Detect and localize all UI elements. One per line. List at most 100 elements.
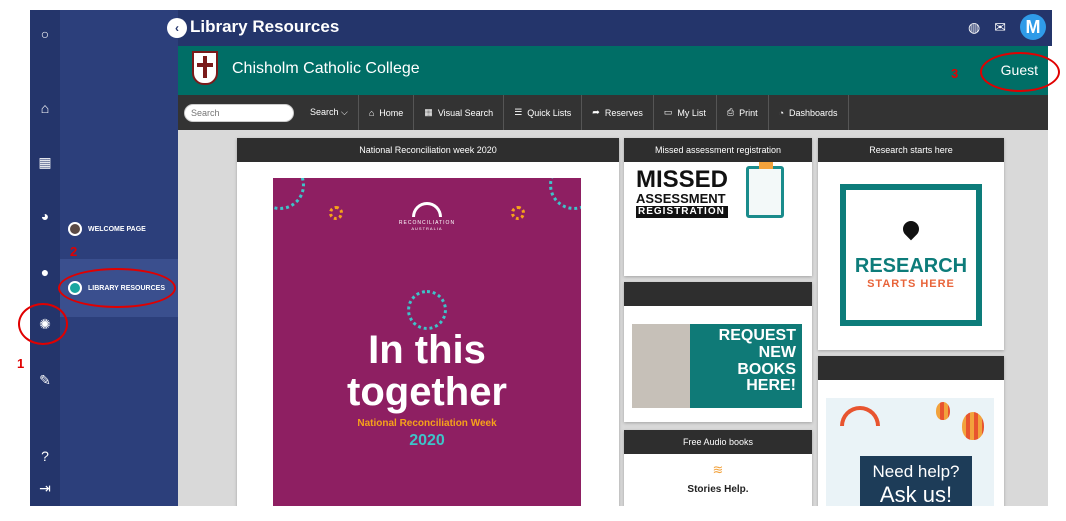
logo-subtext: AUSTRALIA <box>411 226 443 231</box>
toolbar-quick-lists-button[interactable]: ☰ Quick Lists <box>504 95 583 130</box>
dot-art-icon <box>329 206 343 220</box>
icon-rail: ○ ⌂ ▦ ◕ ● ✺ ✎ ? ⇥ <box>30 10 60 506</box>
missed-assessment-graphic: MISSED ASSESSMENT REGISTRATION <box>636 166 729 218</box>
toolbar-visual-search-button[interactable]: ▦ Visual Search <box>414 95 505 130</box>
print-icon: ⎙ <box>726 107 735 117</box>
location-pin-icon <box>899 217 923 240</box>
college-crest-logo <box>192 51 218 85</box>
card-icon: ▭ <box>663 107 673 117</box>
graphic-word: REQUEST <box>718 327 796 344</box>
toolbar-label: Reserves <box>604 107 643 118</box>
toolbar-label: Print <box>739 107 758 118</box>
dot-art-icon <box>511 206 525 220</box>
user-icon[interactable]: ● <box>30 260 60 284</box>
free-audio-books-card[interactable]: Free Audio books ≋ Stories Help. <box>624 430 812 506</box>
help-icon[interactable]: ? <box>30 444 60 468</box>
toolbar-home-button[interactable]: ⌂ Home <box>359 95 415 130</box>
card-title <box>818 356 1004 380</box>
missed-assessment-card[interactable]: Missed assessment registration MISSED AS… <box>624 138 812 276</box>
poster-headline-line2: together <box>347 370 507 414</box>
card-title: Free Audio books <box>624 430 812 454</box>
subnav-item-welcome-page[interactable]: WELCOME PAGE <box>60 214 178 244</box>
toolbar-label: Home <box>379 107 404 118</box>
reconciliation-australia-logo: RECONCILIATION AUSTRALIA <box>391 202 463 231</box>
poster-year: 2020 <box>409 432 445 449</box>
rainbow-icon <box>840 406 880 426</box>
toolbar-label: Quick Lists <box>527 107 572 118</box>
dashboard-icon: ◔ <box>778 107 785 118</box>
annotation-circle-3 <box>980 52 1060 92</box>
request-books-graphic: REQUEST NEW BOOKS HERE! <box>690 324 802 408</box>
dot-art-icon <box>407 290 447 330</box>
graphic-word: STARTS HERE <box>867 277 955 290</box>
top-bar: ‹ Library Resources ◍ ✉ M <box>167 10 1052 46</box>
graphic-word: NEW <box>758 343 796 361</box>
hot-air-balloon-icon <box>936 402 950 420</box>
search-dropdown-button[interactable]: Search ⌵ <box>294 95 359 130</box>
top-bar-actions: ◍ ✉ M <box>968 14 1046 40</box>
research-starts-here-card[interactable]: Research starts here RESEARCH STARTS HER… <box>818 138 1004 350</box>
annotation-number-3: 3 <box>951 66 959 81</box>
toolbar-dashboards-button[interactable]: ◔ Dashboards <box>769 95 849 130</box>
clipboard-icon <box>746 162 784 218</box>
annotation-circle-2 <box>58 268 176 308</box>
reconciliation-poster-image: RECONCILIATION AUSTRALIA In this togethe… <box>273 178 581 506</box>
page-title: Library Resources <box>190 17 340 36</box>
annotation-circle-1 <box>18 303 68 345</box>
audio-books-label: Stories Help. <box>687 484 749 495</box>
chevron-left-icon: ‹ <box>175 21 179 35</box>
graphic-word: MISSED <box>636 166 729 193</box>
search-icon[interactable]: ○ <box>30 22 60 46</box>
home-icon: ⌂ <box>368 107 375 118</box>
graphic-word: BOOKS <box>737 360 796 378</box>
back-button[interactable]: ‹ <box>167 18 187 38</box>
toolbar-print-button[interactable]: ⎙ Print <box>717 95 769 130</box>
toolbar-my-list-button[interactable]: ▭ My List <box>654 95 717 130</box>
reconciliation-week-card[interactable]: National Reconciliation week 2020 RECONC… <box>237 138 619 506</box>
need-help-card[interactable]: Need help? Ask us! <box>818 356 1004 506</box>
subnav-item-label: WELCOME PAGE <box>88 225 146 233</box>
arcs-icon <box>412 202 442 217</box>
graphic-word: HERE! <box>746 377 796 395</box>
page-dot-icon <box>68 222 82 236</box>
chart-icon[interactable]: ◕ <box>30 204 60 228</box>
share-arrow-icon: ➦ <box>592 107 600 117</box>
request-books-card[interactable]: REQUEST NEW BOOKS HERE! <box>624 282 812 422</box>
dot-art-icon <box>273 178 305 210</box>
need-help-illustration: Need help? Ask us! <box>826 398 994 506</box>
book-heart-image <box>632 324 690 408</box>
card-title: National Reconciliation week 2020 <box>237 138 619 162</box>
card-title <box>624 282 812 306</box>
audible-logo-icon: ≋ <box>712 462 724 477</box>
dot-art-icon <box>549 178 581 210</box>
card-title: Research starts here <box>818 138 1004 162</box>
graphic-word: ASSESSMENT <box>636 191 726 206</box>
research-graphic: RESEARCH STARTS HERE <box>840 184 982 326</box>
wrench-icon[interactable]: ✎ <box>30 368 60 392</box>
mail-icon[interactable]: ✉ <box>994 19 1006 36</box>
presentation-icon[interactable]: ▦ <box>30 150 60 174</box>
toolbar-label: My List <box>677 107 706 118</box>
annotation-number-1: 1 <box>17 356 25 371</box>
search-input[interactable] <box>184 103 294 122</box>
globe-icon[interactable]: ◍ <box>968 19 980 36</box>
graphic-word: Ask us! <box>879 481 953 506</box>
app-window: ○ ⌂ ▦ ◕ ● ✺ ✎ ? ⇥ WELCOME PAGE LIBRARY R… <box>0 0 1066 521</box>
home-icon[interactable]: ⌂ <box>30 96 60 120</box>
ask-us-sign: Need help? Ask us! <box>860 456 972 506</box>
toolbar-reserves-button[interactable]: ➦ Reserves <box>582 95 654 130</box>
poster-headline-line1: In this <box>368 328 486 372</box>
logout-icon[interactable]: ⇥ <box>30 476 60 500</box>
college-banner: Chisholm Catholic College Guest <box>178 46 1048 95</box>
graphic-word: Need help? <box>872 462 960 481</box>
list-icon: ☰ <box>514 107 523 117</box>
grid-icon: ▦ <box>424 107 433 117</box>
toolbar: Search ⌵ ⌂ Home ▦ Visual Search ☰ Quick Lis… <box>178 95 1048 130</box>
poster-subtitle: National Reconciliation Week <box>357 418 497 429</box>
graphic-word: RESEARCH <box>854 254 968 277</box>
avatar[interactable]: M <box>1020 14 1046 40</box>
hot-air-balloon-icon <box>962 412 984 440</box>
annotation-number-2: 2 <box>70 244 78 259</box>
graphic-word: REGISTRATION <box>636 206 729 218</box>
content-area: National Reconciliation week 2020 RECONC… <box>178 130 1048 506</box>
